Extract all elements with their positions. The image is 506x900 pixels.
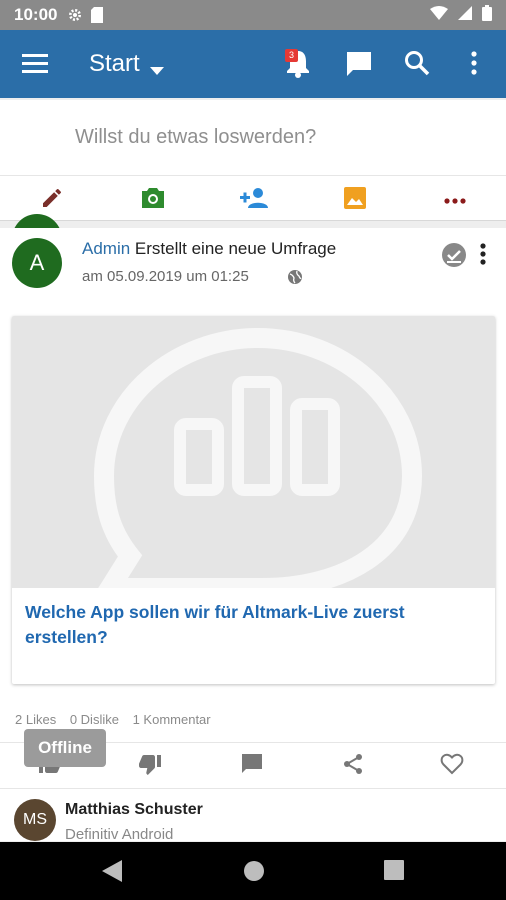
sd-card-icon [91, 7, 104, 23]
add-person-icon[interactable] [240, 186, 270, 215]
composer-input[interactable]: Willst du etwas loswerden? [75, 126, 316, 149]
chat-icon[interactable] [345, 50, 373, 83]
poll-illustration [12, 316, 495, 598]
post-stats: 2 Likes 0 Dislike 1 Kommentar [15, 712, 221, 727]
post-headline: Admin Erstellt eine neue Umfrage [82, 239, 336, 259]
heart-icon[interactable] [440, 752, 464, 781]
author-link[interactable]: Admin [82, 239, 130, 258]
pencil-icon[interactable] [40, 186, 64, 215]
wifi-icon [430, 5, 448, 25]
more-horiz-icon[interactable] [443, 192, 467, 210]
menu-icon[interactable] [22, 52, 48, 79]
likes-count[interactable]: 2 Likes [15, 712, 56, 727]
app-title[interactable]: Start [89, 50, 140, 78]
signal-icon [458, 5, 472, 25]
home-icon[interactable] [243, 860, 265, 887]
back-icon[interactable] [102, 860, 122, 887]
comment-icon[interactable] [240, 752, 264, 781]
comment-text: Definitiv Android [65, 826, 174, 841]
navigation-bar [0, 842, 506, 900]
commenter-avatar[interactable]: MS [14, 799, 56, 841]
offline-tooltip: Offline [24, 729, 106, 767]
dislike-icon[interactable] [138, 752, 162, 781]
post-card: A Admin Erstellt eine neue Umfrage am 05… [0, 228, 506, 788]
poll-title[interactable]: Welche App sollen wir für Altmark-Live z… [25, 600, 480, 650]
composer-actions [0, 176, 506, 220]
post-date: am 05.09.2019 um 01:25 [82, 268, 249, 285]
app-bar: Start 3 [0, 30, 506, 98]
status-bar: 10:00 [0, 0, 506, 30]
image-icon[interactable] [343, 186, 367, 215]
author-avatar[interactable]: A [12, 238, 62, 288]
dislikes-count[interactable]: 0 Dislike [70, 712, 119, 727]
poll-card[interactable]: Welche App sollen wir für Altmark-Live z… [12, 316, 495, 684]
battery-icon [482, 4, 492, 26]
globe-icon [287, 269, 303, 290]
post-more-icon[interactable] [479, 242, 487, 271]
camera-icon[interactable] [140, 186, 166, 215]
settings-icon [67, 7, 83, 23]
notification-badge: 3 [285, 49, 298, 62]
composer-card: T2 Willst du etwas loswerden? [0, 100, 506, 264]
share-icon[interactable] [341, 752, 365, 781]
poll-chat-bubble-icon [91, 327, 423, 598]
search-icon[interactable] [404, 50, 430, 81]
status-time: 10:00 [14, 5, 58, 24]
comment-item: MS Matthias Schuster Definitiv Android [0, 788, 506, 841]
check-circle-icon[interactable] [441, 242, 467, 273]
overview-icon[interactable] [384, 860, 404, 885]
chevron-down-icon[interactable] [150, 62, 164, 80]
more-vert-icon[interactable] [470, 50, 478, 81]
comments-count[interactable]: 1 Kommentar [133, 712, 211, 727]
post-action: Erstellt eine neue Umfrage [134, 239, 337, 258]
commenter-name[interactable]: Matthias Schuster [65, 801, 203, 819]
